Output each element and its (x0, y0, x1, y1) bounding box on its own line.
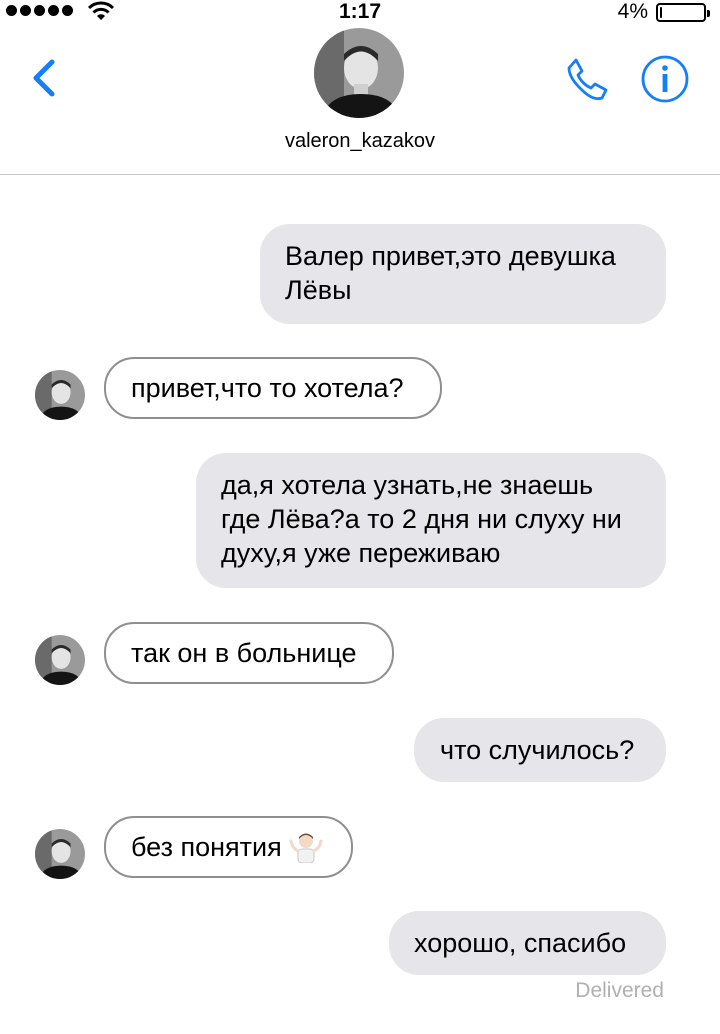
contact-avatar-small[interactable] (35, 370, 85, 420)
person-avatar-icon (314, 28, 404, 118)
person-avatar-icon (35, 829, 85, 879)
message-text-line: привет,что то хотела? (131, 373, 404, 403)
person-avatar-icon (35, 635, 85, 685)
contact-avatar-small[interactable] (35, 829, 85, 879)
info-button[interactable] (640, 54, 690, 104)
outgoing-message-bubble[interactable]: Валер привет,это девушка Лёвы (260, 224, 666, 324)
incoming-message-bubble[interactable]: привет,что то хотела? (104, 357, 442, 419)
info-icon (641, 55, 689, 103)
delivery-status: Delivered (575, 979, 664, 1002)
message-text-line: где Лёва?а то 2 дня ни слуху ни (221, 504, 622, 534)
incoming-message-bubble[interactable]: без понятия (104, 816, 353, 878)
conversation-header: valeron_kazakov (0, 24, 720, 175)
status-bar: 1:17 4% (0, 0, 720, 24)
outgoing-message-bubble[interactable]: хорошо, спасибо (389, 911, 666, 975)
battery-percent: 4% (617, 0, 648, 23)
message-text-line: да,я хотела узнать,не знаешь (221, 470, 594, 500)
message-text-line: Валер привет,это девушка (285, 241, 616, 271)
battery-icon (656, 3, 710, 22)
chevron-left-icon (33, 59, 55, 97)
call-button[interactable] (563, 55, 611, 103)
person-shrugging-emoji-icon (289, 833, 323, 863)
person-avatar-icon (35, 370, 85, 420)
outgoing-message-bubble[interactable]: да,я хотела узнать,не знаешь где Лёва?а … (196, 453, 666, 588)
incoming-message-bubble[interactable]: так он в больнице (104, 622, 394, 684)
message-text-line: духу,я уже переживаю (221, 538, 501, 568)
message-text-line: так он в больнице (131, 638, 357, 668)
clock: 1:17 (338, 0, 382, 23)
message-text-line: Лёвы (285, 275, 352, 305)
contact-avatar[interactable] (314, 28, 404, 118)
message-content: без понятия (131, 830, 351, 864)
contact-name[interactable]: valeron_kazakov (0, 130, 720, 153)
message-text-line: что случилось? (440, 735, 635, 765)
message-text-line: без понятия (131, 832, 282, 862)
back-button[interactable] (26, 54, 66, 102)
message-text-line: хорошо, спасибо (414, 928, 627, 958)
outgoing-message-bubble[interactable]: что случилось? (414, 718, 666, 782)
contact-avatar-small[interactable] (35, 635, 85, 685)
phone-icon (567, 58, 608, 101)
battery-level (660, 7, 662, 18)
